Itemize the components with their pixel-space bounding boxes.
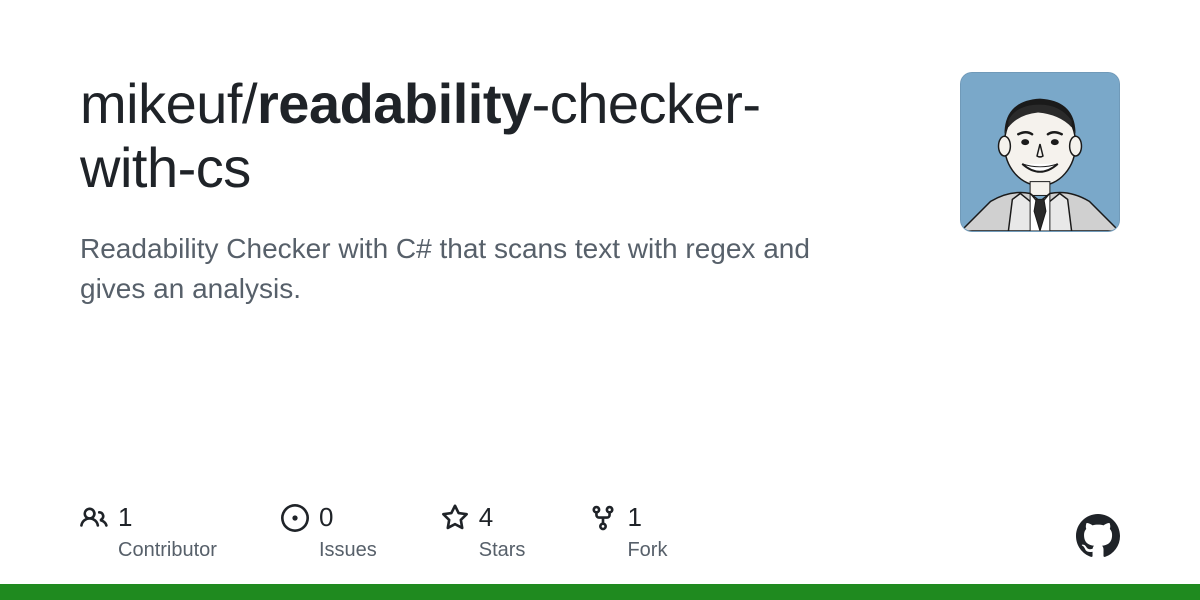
forks-count: 1 [627,502,641,533]
people-icon [80,504,108,532]
avatar[interactable] [960,72,1120,232]
forks-label: Fork [627,539,667,562]
star-icon [441,504,469,532]
stars-count: 4 [479,502,493,533]
stat-stars[interactable]: 4 Stars [441,502,526,562]
contributors-label: Contributor [118,539,217,562]
contributors-count: 1 [118,502,132,533]
issue-icon [281,504,309,532]
fork-icon [589,504,617,532]
github-logo-icon[interactable] [1076,514,1120,558]
stat-contributors[interactable]: 1 Contributor [80,502,217,562]
repo-separator: / [242,72,257,135]
stats-row: 1 Contributor 0 Issues 4 Stars 1 Fork [80,502,667,562]
issues-label: Issues [319,539,377,562]
repo-description: Readability Checker with C# that scans t… [80,229,840,310]
stars-label: Stars [479,539,526,562]
stat-issues[interactable]: 0 Issues [281,502,377,562]
issues-count: 0 [319,502,333,533]
repo-name-bold-part: readability [257,72,532,135]
stat-forks[interactable]: 1 Fork [589,502,667,562]
repo-title[interactable]: mikeuf/readability-checker-with-cs [80,72,840,201]
repo-owner: mikeuf [80,72,242,135]
language-bar [0,584,1200,600]
